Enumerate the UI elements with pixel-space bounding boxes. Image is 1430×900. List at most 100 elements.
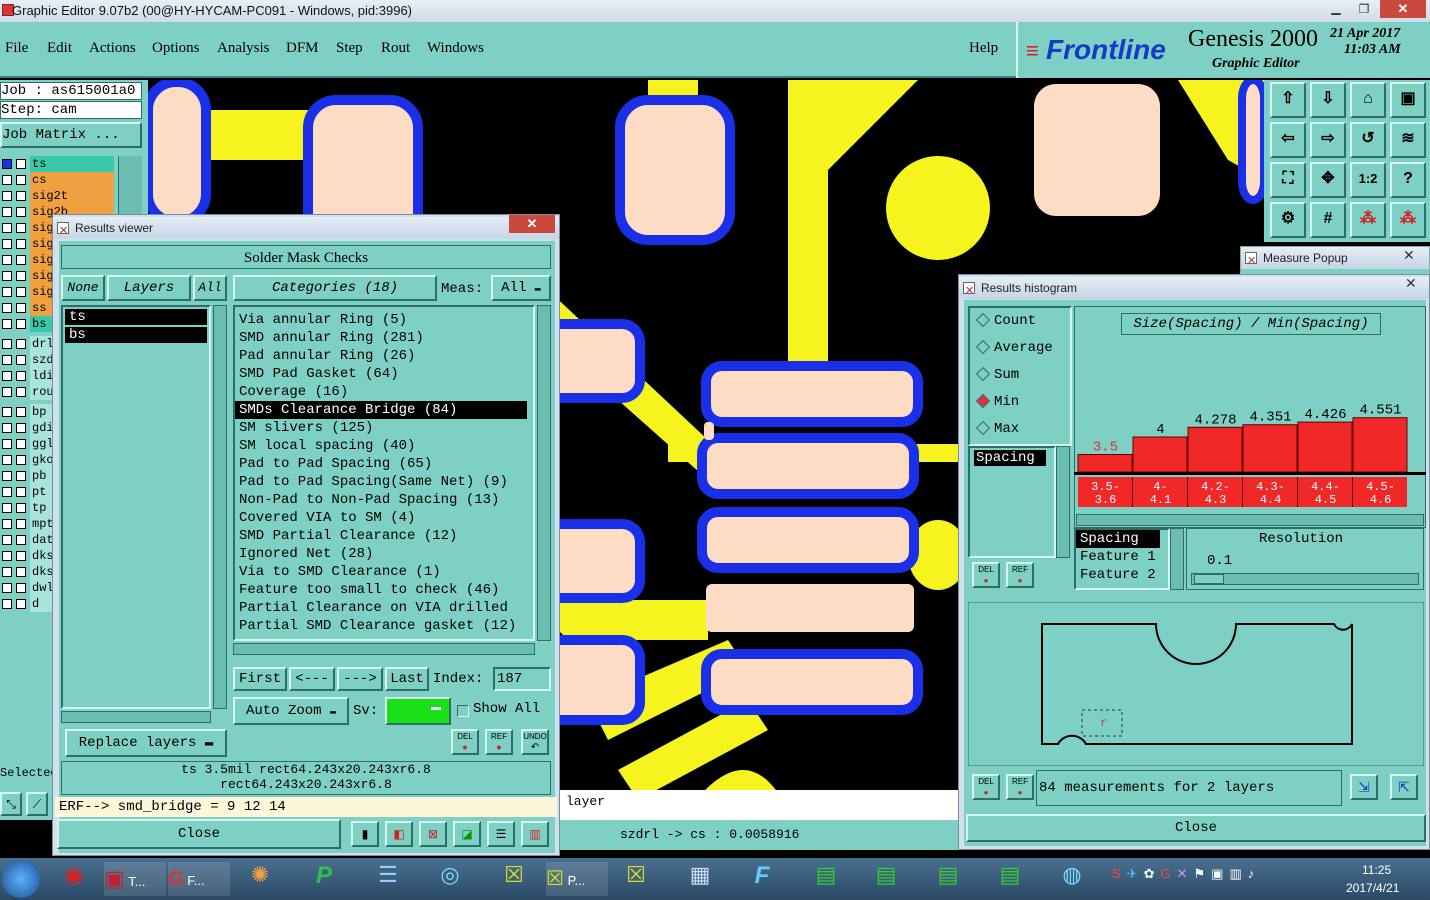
menu-actions[interactable]: Actions	[89, 40, 136, 57]
tray-update-icon[interactable]: ✿	[1144, 866, 1161, 881]
histogram-bar[interactable]	[1352, 417, 1408, 473]
home-down-icon[interactable]: ⇩	[1310, 82, 1346, 118]
hist-del-button-2[interactable]: DEL ●	[972, 774, 1000, 800]
layer-display-checkbox[interactable]	[16, 319, 26, 329]
help-icon[interactable]: ?	[1390, 162, 1426, 198]
category-item[interactable]: Coverage (16)	[235, 383, 533, 401]
tray-network-icon[interactable]: ▥	[1229, 866, 1247, 881]
category-item[interactable]: Ignored Net (28)	[235, 545, 533, 563]
layer-display-checkbox[interactable]	[16, 175, 26, 185]
results-viewer-close-icon[interactable]: ✕	[509, 215, 555, 233]
layer-checkbox[interactable]	[2, 567, 12, 577]
all-layers-button[interactable]: All	[193, 275, 227, 301]
hist-ref-button-2[interactable]: REF ●	[1006, 774, 1034, 800]
taskbar-app-excel-1[interactable]: ▤	[806, 862, 846, 896]
home-up-icon[interactable]: ⇧	[1270, 82, 1306, 118]
category-item[interactable]: Pad to Pad Spacing (65)	[235, 455, 533, 473]
layer-checkbox[interactable]	[2, 159, 12, 169]
meas-dropdown[interactable]: All ▬	[491, 275, 551, 301]
layer-display-checkbox[interactable]	[16, 599, 26, 609]
layer-checkbox[interactable]	[2, 535, 12, 545]
snap-icon[interactable]: ⚙	[1270, 202, 1306, 238]
chart-hscroll[interactable]	[1076, 514, 1424, 526]
taskbar-app-x2[interactable]: ☒ P...	[546, 862, 608, 896]
layer-display-checkbox[interactable]	[16, 387, 26, 397]
minimize-button[interactable]: ▁	[1322, 0, 1350, 18]
layer-display-checkbox[interactable]	[16, 371, 26, 381]
layer-checkbox[interactable]	[2, 471, 12, 481]
layer-checkbox[interactable]	[2, 583, 12, 593]
layer-checkbox[interactable]	[2, 487, 12, 497]
del-button[interactable]: DEL ●	[451, 729, 479, 755]
category-item[interactable]: SMD Partial Clearance (12)	[235, 527, 533, 545]
layer-display-checkbox[interactable]	[16, 239, 26, 249]
category-item[interactable]: Partial Clearance on VIA drilled	[235, 599, 533, 617]
layer-display-checkbox[interactable]	[16, 159, 26, 169]
field-item[interactable]: Feature 1	[1076, 548, 1168, 566]
tray-g-icon[interactable]: G	[1160, 866, 1176, 881]
category-item[interactable]: Covered VIA to SM (4)	[235, 509, 533, 527]
pan-right-icon[interactable]: ⇨	[1310, 122, 1346, 158]
taskbar-app-excel-3[interactable]: ▤	[928, 862, 968, 896]
field-vscroll[interactable]	[1170, 528, 1184, 590]
zoom-box-icon[interactable]: ⤡	[0, 792, 22, 816]
menu-edit[interactable]: Edit	[47, 40, 72, 57]
categories-button[interactable]: Categories (18)	[233, 275, 437, 301]
category-item[interactable]: SMDs Clearance Bridge (84)	[235, 401, 527, 419]
menu-rout[interactable]: Rout	[381, 40, 410, 57]
layer-checkbox[interactable]	[2, 271, 12, 281]
export-icon[interactable]: ⇲	[1350, 774, 1378, 800]
field-list[interactable]: Spacing Feature 1 Feature 2	[1074, 528, 1170, 590]
zoom-center-icon[interactable]: ✥	[1310, 162, 1346, 198]
ref-button[interactable]: REF ●	[485, 729, 513, 755]
taskbar-app-notes[interactable]: ☰	[368, 862, 408, 896]
taskbar-app-x3[interactable]: ☒	[616, 862, 656, 896]
menu-analysis[interactable]: Analysis	[217, 40, 270, 57]
histogram-close-button[interactable]: Close	[966, 814, 1426, 842]
taskbar-app-shell[interactable]: ✺	[240, 862, 280, 896]
layer-display-checkbox[interactable]	[16, 339, 26, 349]
layer-checkbox[interactable]	[2, 287, 12, 297]
tool-icon-1[interactable]: ▮	[351, 821, 379, 847]
layer-checkbox[interactable]	[2, 339, 12, 349]
histogram-close-icon[interactable]: ✕	[1405, 275, 1417, 292]
net-highlight-icon[interactable]: ⁂	[1350, 202, 1386, 238]
resolution-slider[interactable]	[1191, 573, 1419, 585]
layer-checkbox[interactable]	[2, 319, 12, 329]
layer-display-checkbox[interactable]	[16, 503, 26, 513]
category-item[interactable]: Non-Pad to Non-Pad Spacing (13)	[235, 491, 533, 509]
category-item[interactable]: SMD annular Ring (281)	[235, 329, 533, 347]
layer-checkbox[interactable]	[2, 519, 12, 529]
tool-icon-2[interactable]: ◧	[385, 821, 413, 847]
layer-checkbox[interactable]	[2, 303, 12, 313]
layer-checkbox[interactable]	[2, 503, 12, 513]
histogram-icon[interactable]: ▥	[521, 821, 549, 847]
taskbar-app-f[interactable]: F	[742, 862, 782, 896]
tray-bird-icon[interactable]: ✈	[1127, 866, 1144, 881]
prev-button[interactable]: <---	[289, 667, 335, 691]
tool-icon-3[interactable]: ⊠	[419, 821, 447, 847]
menu-options[interactable]: Options	[152, 40, 200, 57]
layer-display-checkbox[interactable]	[16, 455, 26, 465]
category-item[interactable]: SM local spacing (40)	[235, 437, 533, 455]
auto-zoom-dropdown[interactable]: Auto Zoom ▬	[233, 697, 349, 725]
pan-left-icon[interactable]: ⇦	[1270, 122, 1306, 158]
frame-icon[interactable]: ▣	[1390, 82, 1426, 118]
category-item[interactable]: Via to SMD Clearance (1)	[235, 563, 533, 581]
taskbar-app-p[interactable]: P	[304, 862, 344, 896]
layer-checkbox[interactable]	[2, 223, 12, 233]
layer-display-checkbox[interactable]	[16, 439, 26, 449]
layer-row[interactable]: cs	[0, 172, 116, 188]
category-item[interactable]: SMD Pad Gasket (64)	[235, 365, 533, 383]
replace-layers-dropdown[interactable]: Replace layers ▬	[65, 729, 227, 757]
measurement-list[interactable]: Spacing	[968, 446, 1056, 558]
layer-display-checkbox[interactable]	[16, 207, 26, 217]
house-icon[interactable]: ⌂	[1350, 82, 1386, 118]
field-item[interactable]: Spacing	[1076, 530, 1160, 548]
layer-checkbox[interactable]	[2, 423, 12, 433]
category-vscroll[interactable]	[537, 305, 551, 641]
next-button[interactable]: --->	[337, 667, 383, 691]
layer-checkbox[interactable]	[2, 455, 12, 465]
layer-result-hscroll[interactable]	[61, 711, 211, 723]
category-item[interactable]: SM slivers (125)	[235, 419, 533, 437]
